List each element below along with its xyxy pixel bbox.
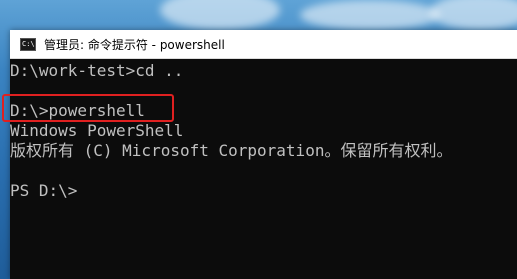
console-line: D:\work-test>cd .. [10,61,184,80]
window-title: 管理员: 命令提示符 - powershell [44,37,225,52]
console-prompt-line[interactable]: PS D:\> [10,181,517,201]
console-output[interactable]: D:\work-test>cd .. D:\>powershell Window… [2,59,517,201]
window-titlebar[interactable]: C:\ 管理员: 命令提示符 - powershell [10,30,517,59]
cloud [160,0,280,30]
highlight-annotation-box [2,94,174,122]
cloud [300,0,440,30]
cmd-icon: C:\ [20,37,36,51]
console-line: Windows PowerShell [10,121,184,140]
command-prompt-window[interactable]: C:\ 管理员: 命令提示符 - powershell D:\work-test… [2,30,517,279]
console-line: 版权所有 (C) Microsoft Corporation。保留所有权利。 [10,141,453,160]
desktop-background: C:\ 管理员: 命令提示符 - powershell D:\work-test… [0,0,517,279]
cloud [430,0,517,30]
